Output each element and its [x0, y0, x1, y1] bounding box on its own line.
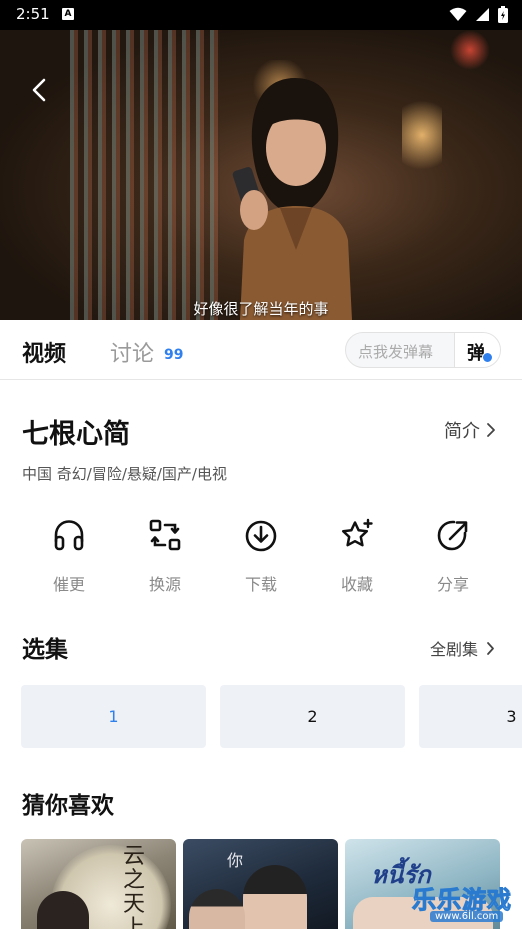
status-icons: [449, 6, 508, 23]
notification-icon: A: [62, 8, 74, 20]
download-icon: [245, 520, 277, 552]
recommend-poster[interactable]: 你: [183, 839, 338, 929]
danmaku-check-icon: [482, 352, 493, 363]
watermark-url: www.6ll.com: [430, 911, 504, 922]
lamp-glow: [402, 90, 442, 180]
recommend-header: 猜你喜欢: [22, 793, 114, 819]
action-label: 下载: [244, 575, 277, 594]
action-label: 换源: [148, 575, 181, 594]
chevron-right-icon: [487, 423, 495, 437]
character-art: [243, 865, 307, 929]
episode-button[interactable]: 1: [21, 685, 206, 748]
tab-bar: 视频 讨论 99 点我发弹幕 弹: [0, 320, 522, 380]
danmaku-placeholder: 点我发弹幕: [358, 343, 434, 361]
episode-button[interactable]: 3: [419, 685, 522, 748]
recommend-poster[interactable]: 云之天上: [21, 839, 176, 929]
action-label: 收藏: [340, 575, 373, 594]
intro-link[interactable]: 简介: [444, 417, 496, 443]
headphones-icon: [54, 520, 84, 551]
chevron-right-icon: [487, 641, 494, 655]
share-icon: [437, 520, 468, 551]
download-button[interactable]: 下载: [213, 517, 309, 597]
status-time: 2:51: [16, 5, 50, 23]
intro-label: 简介: [444, 421, 480, 442]
watermark-title: 乐乐游戏: [412, 886, 512, 915]
actress-figure: [232, 78, 352, 320]
switch-source-icon: [149, 519, 181, 551]
favorite-button[interactable]: 收藏: [309, 517, 405, 597]
signal-icon: [476, 8, 489, 21]
danmaku-input[interactable]: 点我发弹幕 弹: [345, 332, 501, 368]
status-bar: 2:51 A: [0, 0, 522, 30]
video-subtitle: 好像很了解当年的事: [193, 300, 329, 318]
tab-discuss[interactable]: 讨论: [110, 336, 154, 368]
character-art: [189, 889, 245, 929]
wifi-icon: [449, 7, 467, 21]
tab-video[interactable]: 视频: [22, 336, 66, 368]
show-meta: 中国 奇幻/冒险/悬疑/国产/电视: [22, 465, 227, 483]
back-button[interactable]: [24, 74, 56, 106]
lantern-glow: [450, 30, 490, 70]
danmaku-button-label: 弹: [467, 343, 485, 364]
poster-title: 你: [227, 851, 244, 870]
star-icon: [341, 518, 373, 547]
poster-title: 云之天上: [122, 844, 145, 929]
bead-curtain-backdrop: [70, 30, 220, 320]
action-bar: 催更 换源 下载 收藏 分享: [21, 517, 501, 597]
battery-icon: [498, 6, 508, 23]
episode-list: 1 2 3: [21, 685, 522, 749]
action-label: 催更: [52, 575, 85, 594]
episodes-header: 选集: [22, 637, 68, 663]
all-episodes-link[interactable]: 全剧集: [430, 636, 495, 660]
video-player[interactable]: 好像很了解当年的事: [0, 30, 522, 320]
show-title: 七根心简: [22, 419, 130, 450]
episode-button[interactable]: 2: [220, 685, 405, 748]
action-label: 分享: [436, 575, 469, 594]
site-watermark: 乐乐游戏 www.6ll.com: [408, 878, 522, 929]
share-button[interactable]: 分享: [405, 517, 501, 597]
all-episodes-label: 全剧集: [430, 640, 479, 659]
switch-source-button[interactable]: 换源: [117, 517, 213, 597]
urge-update-button[interactable]: 催更: [21, 517, 117, 597]
danmaku-toggle-button[interactable]: 弹: [454, 333, 500, 367]
discuss-count-badge: 99: [164, 347, 184, 363]
